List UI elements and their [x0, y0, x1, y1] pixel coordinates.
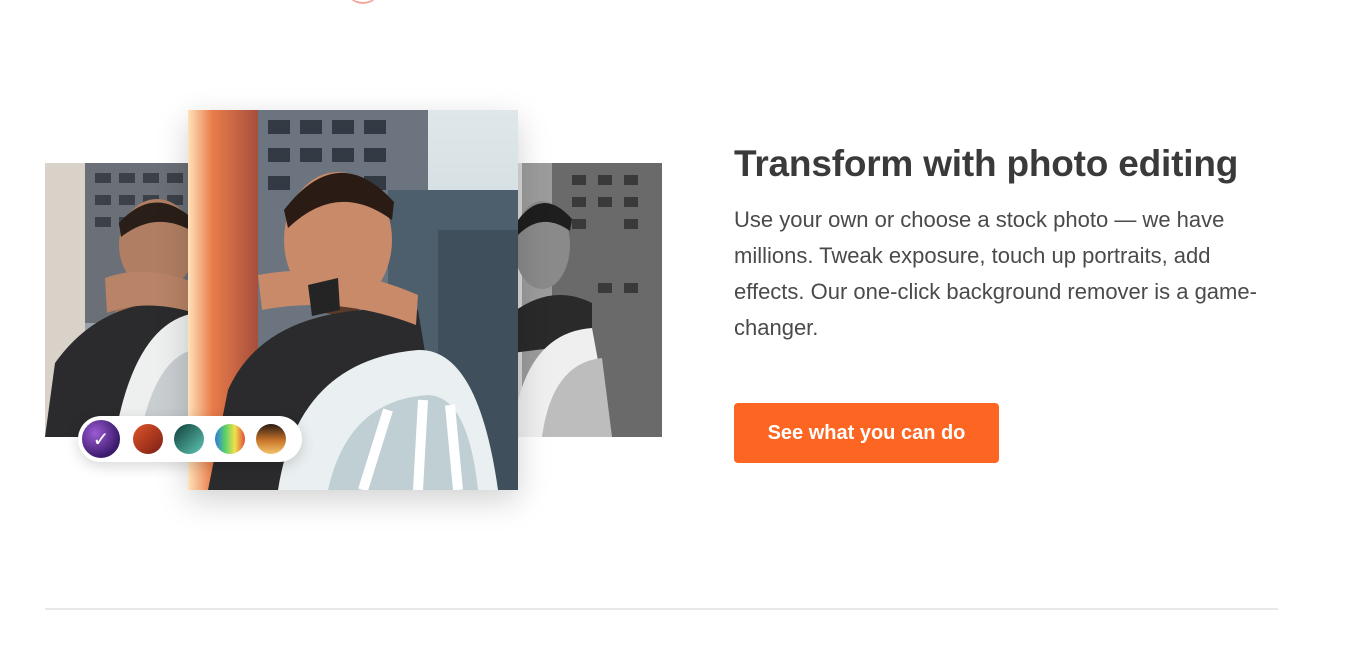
section-body: Use your own or choose a stock photo — w… — [734, 207, 1257, 340]
filter-swatch-sunset[interactable] — [256, 424, 286, 454]
page: ✓ Transform with photo editing Use your … — [0, 0, 1366, 657]
photo-variant-left — [45, 163, 195, 437]
checkmark-icon: ✓ — [92, 428, 110, 451]
see-what-you-can-do-button[interactable]: See what you can do — [734, 403, 999, 463]
filter-swatch-red-orange[interactable] — [133, 424, 163, 454]
feature-description: Transform with photo editing Use your ow… — [734, 142, 1294, 346]
section-title: Transform with photo editing — [734, 143, 1239, 184]
filter-selector: ✓ — [78, 416, 302, 462]
filter-swatch-teal[interactable] — [174, 424, 204, 454]
filter-swatch-rainbow[interactable] — [215, 424, 245, 454]
section-divider — [45, 608, 1278, 610]
filter-swatch-purple[interactable]: ✓ — [80, 418, 122, 460]
photo-editing-illustration: ✓ — [0, 0, 700, 560]
photo-variant-right — [512, 163, 662, 437]
